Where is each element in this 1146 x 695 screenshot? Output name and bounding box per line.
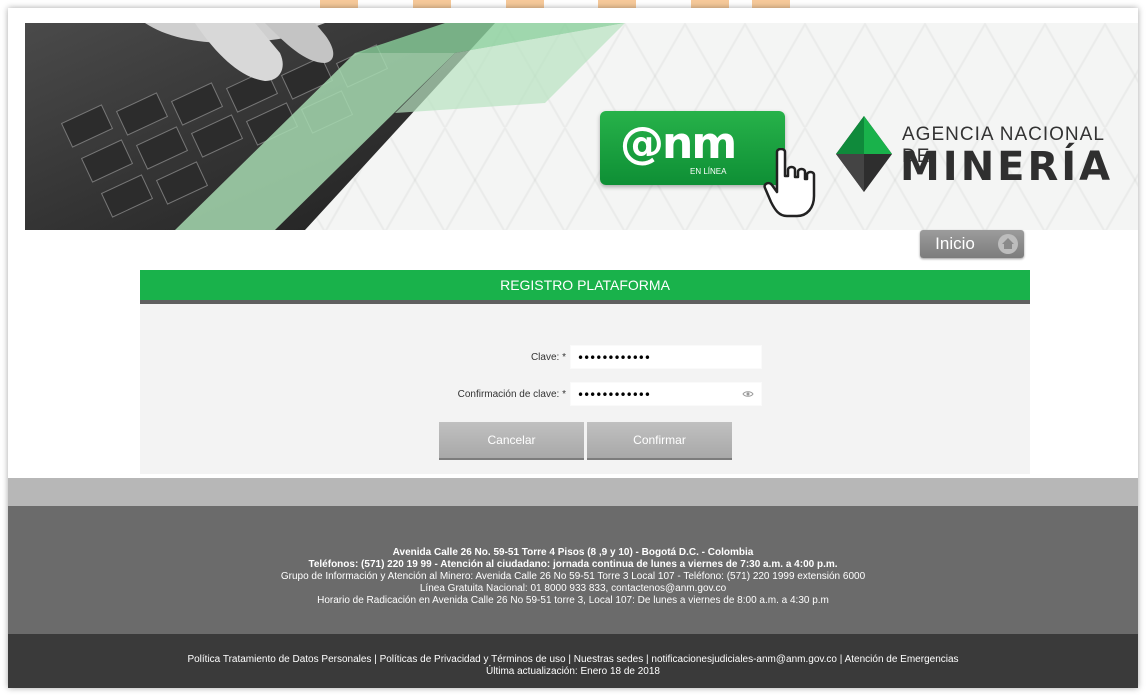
anm-logo-subtitle: EN LÍNEA: [690, 167, 727, 176]
footer-free-line: Línea Gratuita Nacional: 01 8000 933 833…: [419, 583, 727, 594]
top-decorative-strip: [0, 0, 1146, 8]
pointer-hand-icon: [763, 148, 816, 218]
confirmar-button[interactable]: Confirmar: [587, 422, 732, 460]
required-mark: *: [562, 389, 566, 400]
footer-contact-info: Avenida Calle 26 No. 59-51 Torre 4 Pisos…: [8, 506, 1138, 634]
inicio-label: Inicio: [935, 234, 975, 253]
agencia-diamond-icon: [836, 116, 892, 192]
keyboard-photo: [25, 23, 625, 230]
agencia-title-line2: MINERÍA: [900, 144, 1114, 190]
anm-logo-text: @nm: [620, 118, 737, 169]
footer-separator-band: [8, 478, 1138, 506]
footer-links[interactable]: Política Tratamiento de Datos Personales…: [8, 654, 1138, 666]
required-mark: *: [562, 352, 566, 363]
confirmacion-clave-input[interactable]: ••••••••••••: [570, 382, 762, 406]
registration-form: Clave: * •••••••••••• Confirmación de cl…: [140, 304, 1030, 474]
header-banner: @nm EN LÍNEA AGENCIA NACIONAL DE MINERÍA: [25, 23, 1138, 230]
clave-label-text: Clave:: [530, 352, 560, 363]
agencia-logo: AGENCIA NACIONAL DE MINERÍA: [830, 108, 1130, 198]
clave-label: Clave: *: [366, 352, 566, 363]
anm-online-logo: @nm EN LÍNEA: [600, 111, 785, 185]
show-password-eye-icon[interactable]: [742, 390, 754, 398]
inicio-button[interactable]: Inicio: [920, 230, 1024, 258]
footer-last-updated: Última actualización: Enero 18 de 2018: [486, 666, 660, 677]
cancelar-button[interactable]: Cancelar: [439, 422, 584, 460]
home-icon: [998, 234, 1018, 254]
footer-info-group: Grupo de Información y Atención al Miner…: [280, 571, 866, 582]
registro-plataforma-title: REGISTRO PLATAFORMA: [140, 270, 1030, 304]
footer-address: Avenida Calle 26 No. 59-51 Torre 4 Pisos…: [392, 547, 754, 558]
clave-password-input[interactable]: ••••••••••••: [570, 345, 762, 369]
page-container: @nm EN LÍNEA AGENCIA NACIONAL DE MINERÍA…: [8, 8, 1138, 688]
footer-radicacion-hours: Horario de Radicación en Avenida Calle 2…: [317, 595, 829, 606]
confirmacion-clave-label-text: Confirmación de clave:: [457, 389, 560, 400]
confirmacion-clave-label: Confirmación de clave: *: [366, 389, 566, 400]
footer-links-bar: Política Tratamiento de Datos Personales…: [8, 634, 1138, 688]
footer-phones: Teléfonos: (571) 220 19 99 - Atención al…: [308, 559, 838, 570]
